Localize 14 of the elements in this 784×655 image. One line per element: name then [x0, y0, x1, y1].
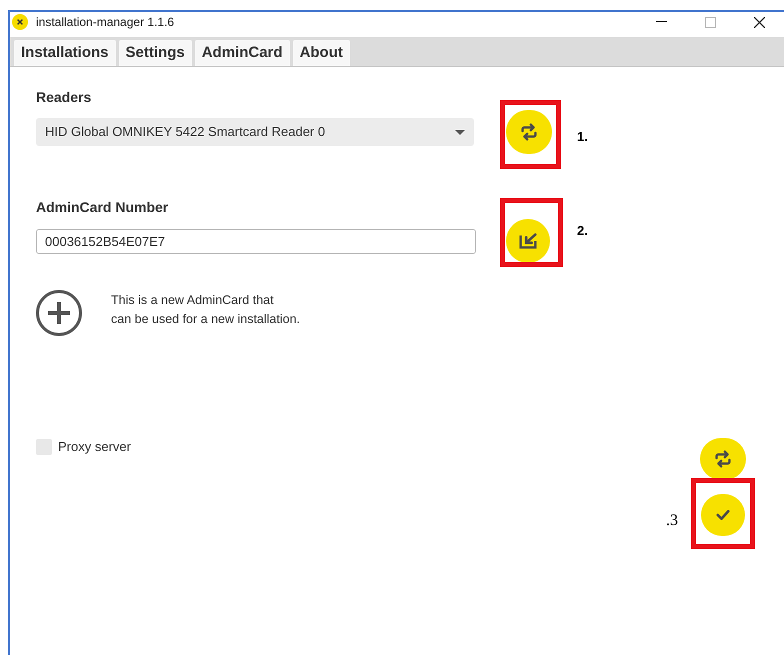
tab[interactable]: Installations	[14, 40, 116, 66]
step-label: 2.	[577, 222, 588, 240]
step-label: .3	[666, 511, 678, 531]
tab[interactable]: AdminCard	[194, 40, 290, 66]
window-title: installation-manager 1.1.6	[36, 14, 174, 31]
field-label: Readers	[36, 88, 92, 107]
reader-dropdown[interactable]: HID Global OMNIKEY 5422 Smartcard Reader 0	[36, 118, 474, 146]
admincard-number-field[interactable]: 00036152B54E07E7	[36, 228, 476, 254]
tab[interactable]: About	[292, 40, 350, 66]
tab[interactable]: Settings	[118, 40, 192, 66]
step-label: 1.	[577, 128, 588, 146]
new-card-description: This is a new AdminCard that can be used for a new installation.	[111, 292, 300, 328]
field-label: AdminCard Number	[36, 198, 170, 217]
proxy-label: Proxy server	[58, 438, 131, 456]
